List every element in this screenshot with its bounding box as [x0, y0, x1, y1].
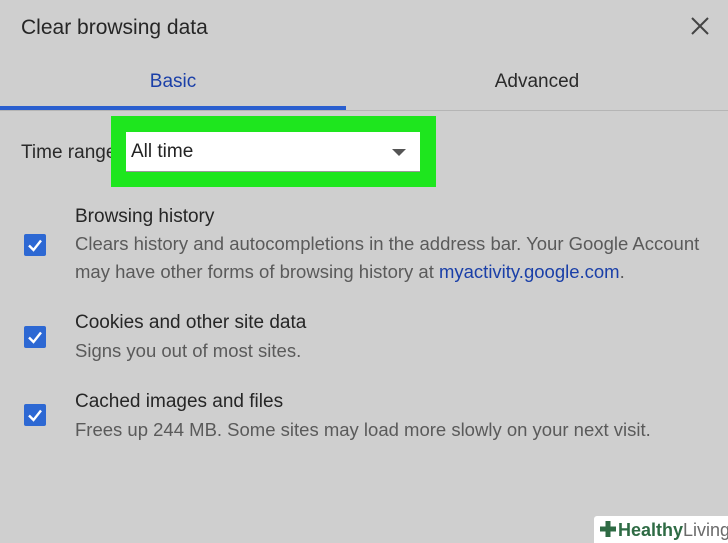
tab-basic[interactable]: Basic: [0, 60, 346, 108]
watermark-part2: Living: [683, 520, 728, 540]
browsing-history-title: Browsing history: [75, 206, 215, 227]
close-button[interactable]: [688, 14, 712, 38]
cached-images-checkbox[interactable]: [24, 404, 46, 426]
browsing-history-checkbox[interactable]: [24, 234, 46, 256]
cached-images-title: Cached images and files: [75, 391, 284, 412]
browsing-history-description: Clears history and autocompletions in th…: [75, 230, 725, 285]
tab-bar: Basic Advanced: [0, 60, 728, 112]
checkmark-icon: [28, 409, 42, 422]
watermark-text: HealthyLiving: [618, 519, 728, 541]
tab-advanced[interactable]: Advanced: [346, 60, 728, 108]
time-range-value: All time: [131, 141, 194, 162]
watermark-part1: Healthy: [618, 520, 684, 540]
cookies-checkbox[interactable]: [24, 326, 46, 348]
triangle-down-icon: [392, 149, 406, 156]
dialog-title: Clear browsing data: [21, 16, 208, 39]
cookies-description: Signs you out of most sites.: [75, 340, 302, 361]
time-range-label: Time range: [21, 142, 117, 163]
browsing-history-description-end: .: [619, 260, 625, 282]
checkmark-icon: [28, 331, 42, 344]
clear-browsing-data-dialog: Clear browsing data Basic Advanced Time …: [0, 0, 728, 543]
checkmark-icon: [28, 239, 42, 252]
myactivity-link[interactable]: myactivity.google.com: [439, 261, 620, 282]
select-underline: [126, 171, 420, 172]
time-range-select[interactable]: All time: [126, 132, 420, 172]
close-icon: [691, 17, 709, 35]
medical-cross-icon: [600, 521, 616, 537]
tab-divider: [0, 110, 728, 111]
healthy-living-watermark: HealthyLiving: [594, 516, 728, 543]
cached-images-description: Frees up 244 MB. Some sites may load mor…: [75, 419, 651, 440]
cookies-title: Cookies and other site data: [75, 312, 307, 333]
